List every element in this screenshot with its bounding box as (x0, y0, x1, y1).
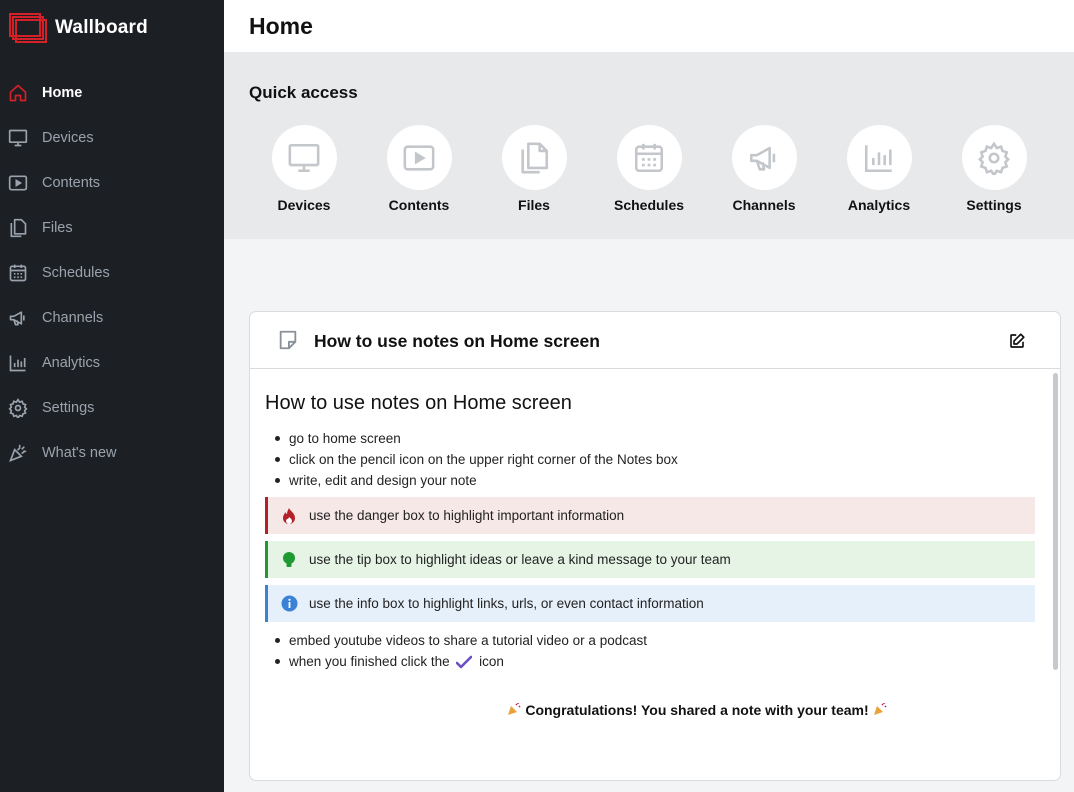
notes-scrollbar[interactable] (1053, 373, 1058, 670)
sidebar-item-label: What's new (42, 444, 117, 461)
quick-access-schedules[interactable]: Schedules (594, 125, 704, 213)
quick-access-panel: Quick access Devices Contents Files Sche… (224, 52, 1074, 239)
sidebar-item-schedules[interactable]: Schedules (0, 250, 224, 295)
quick-access-title: Quick access (249, 83, 358, 102)
party-popper-icon (8, 443, 28, 463)
quick-access-channels[interactable]: Channels (709, 125, 819, 213)
files-icon (501, 125, 567, 190)
sidebar-item-label: Channels (42, 309, 104, 326)
calendar-icon (8, 263, 28, 283)
danger-box-text: use the danger box to highlight importan… (309, 508, 625, 523)
congrats-message: Congratulations! You shared a note with … (250, 702, 1060, 718)
sidebar-item-label: Analytics (42, 354, 101, 371)
sidebar-item-label: Files (42, 219, 73, 236)
sidebar: Wallboard Home Devices Contents Files Sc… (0, 0, 224, 792)
note-heading: How to use notes on Home screen (265, 392, 572, 414)
quick-access-label: Contents (388, 197, 450, 213)
sidebar-item-settings[interactable]: Settings (0, 385, 224, 430)
sidebar-nav: Home Devices Contents Files Schedules Ch… (0, 70, 224, 475)
brand-name: Wallboard (55, 17, 148, 38)
calendar-icon (616, 125, 682, 190)
list-item-text: when you finished click the (289, 654, 450, 669)
quick-access-label: Analytics (847, 197, 911, 213)
tip-box: use the tip box to highlight ideas or le… (265, 541, 1035, 578)
list-item: write, edit and design your note (275, 470, 678, 491)
files-icon (8, 218, 28, 238)
note-list-bottom: embed youtube videos to share a tutorial… (275, 630, 647, 672)
notes-card: How to use notes on Home screen How to u… (249, 311, 1061, 781)
list-item: go to home screen (275, 428, 678, 449)
gear-icon (8, 397, 28, 418)
megaphone-icon (731, 125, 797, 190)
quick-access-contents[interactable]: Contents (364, 125, 474, 213)
fire-icon (280, 507, 298, 525)
notes-card-header: How to use notes on Home screen (250, 312, 1060, 369)
quick-access-label: Schedules (613, 197, 685, 213)
party-popper-icon (873, 703, 887, 715)
play-icon (8, 173, 28, 193)
list-item-text: icon (479, 654, 504, 669)
monitor-icon (8, 128, 28, 148)
edit-note-button[interactable] (1006, 330, 1028, 352)
quick-access-files[interactable]: Files (479, 125, 589, 213)
info-box-text: use the info box to highlight links, url… (309, 596, 704, 611)
page-title: Home (249, 13, 313, 39)
sidebar-item-label: Schedules (42, 264, 110, 281)
sidebar-item-contents[interactable]: Contents (0, 160, 224, 205)
tip-box-text: use the tip box to highlight ideas or le… (309, 552, 731, 567)
pencil-square-icon (1010, 333, 1025, 348)
info-box: use the info box to highlight links, url… (265, 585, 1035, 622)
list-item: click on the pencil icon on the upper ri… (275, 449, 678, 470)
play-icon (386, 125, 452, 190)
gear-icon (961, 125, 1027, 190)
wallboard-logo-icon (9, 13, 47, 43)
quick-access-label: Channels (732, 197, 796, 213)
notes-card-title: How to use notes on Home screen (314, 331, 600, 351)
sidebar-item-label: Contents (42, 174, 101, 191)
info-icon (280, 595, 298, 613)
megaphone-icon (8, 308, 28, 328)
quick-access-settings[interactable]: Settings (939, 125, 1049, 213)
sidebar-item-files[interactable]: Files (0, 205, 224, 250)
sidebar-item-label: Settings (42, 399, 95, 416)
page-header: Home (224, 0, 1074, 52)
brand[interactable]: Wallboard (0, 0, 224, 56)
quick-access-analytics[interactable]: Analytics (824, 125, 934, 213)
home-icon (8, 83, 28, 103)
monitor-icon (271, 125, 337, 190)
sticky-note-icon (277, 329, 299, 356)
quick-access-devices[interactable]: Devices (249, 125, 359, 213)
bar-chart-icon (8, 353, 28, 373)
sidebar-item-analytics[interactable]: Analytics (0, 340, 224, 385)
list-item: when you finished click the icon (275, 651, 647, 672)
checkmark-icon (456, 656, 473, 669)
sidebar-item-label: Devices (42, 129, 94, 146)
list-item: embed youtube videos to share a tutorial… (275, 630, 647, 651)
congrats-text: Congratulations! You shared a note with … (525, 702, 869, 718)
party-popper-icon (508, 703, 521, 715)
note-list-top: go to home screen click on the pencil ic… (275, 428, 678, 491)
sidebar-item-home[interactable]: Home (0, 70, 224, 115)
quick-access-label: Settings (966, 197, 1022, 213)
quick-access-label: Files (518, 197, 550, 213)
sidebar-item-channels[interactable]: Channels (0, 295, 224, 340)
danger-box: use the danger box to highlight importan… (265, 497, 1035, 534)
notes-card-body: How to use notes on Home screen go to ho… (250, 370, 1060, 780)
sidebar-item-whats-new[interactable]: What's new (0, 430, 224, 475)
bar-chart-icon (846, 125, 912, 190)
quick-access-label: Devices (277, 197, 331, 213)
lightbulb-icon (280, 551, 298, 569)
sidebar-item-devices[interactable]: Devices (0, 115, 224, 160)
sidebar-item-label: Home (42, 84, 83, 101)
